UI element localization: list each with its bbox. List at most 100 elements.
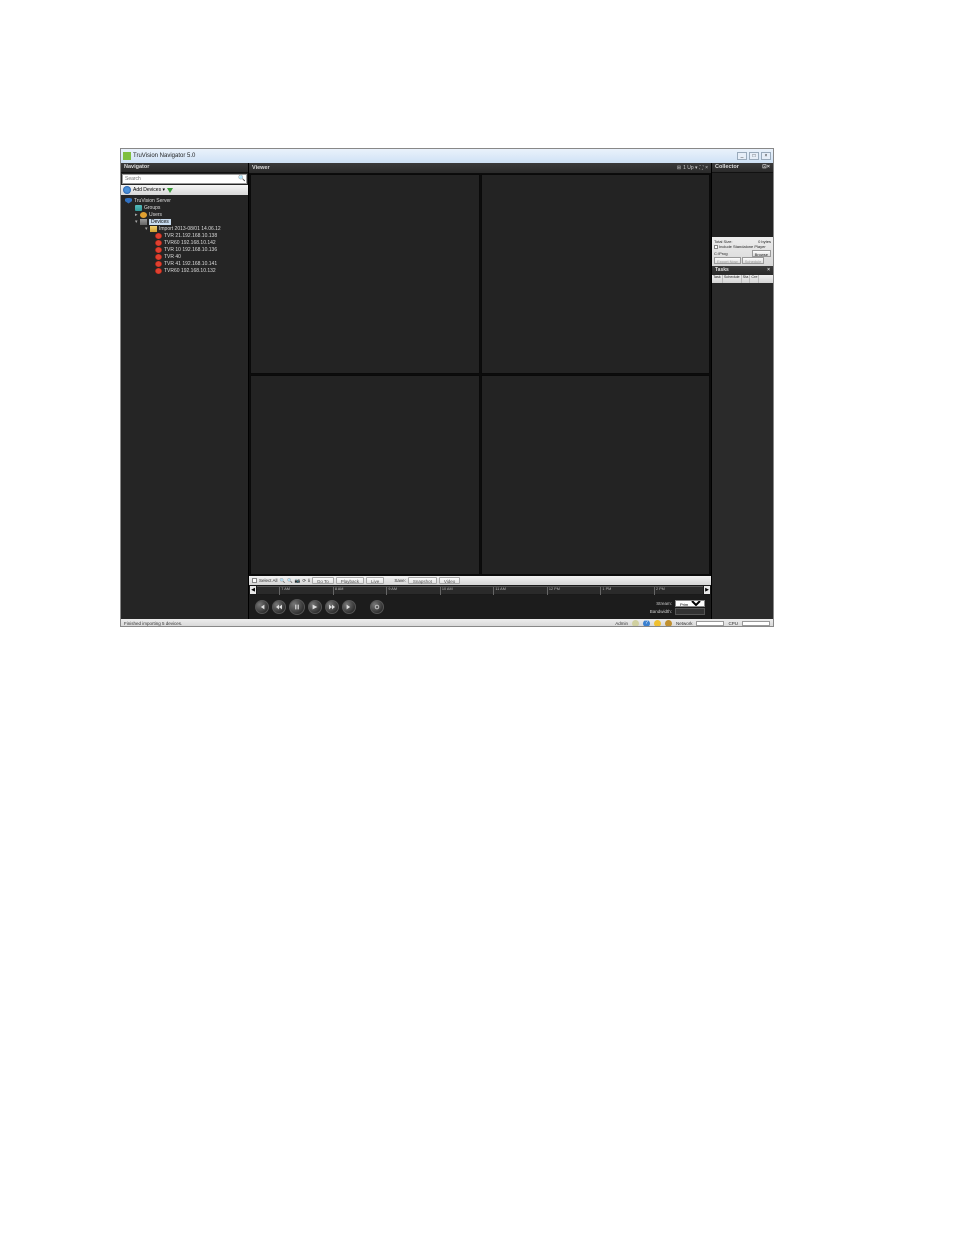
viewer-header: Viewer ⊞ 1 Up ▾ ⛶ ×	[249, 163, 711, 173]
help-icon[interactable]: ?	[643, 620, 650, 627]
import-icon[interactable]	[167, 188, 173, 193]
select-all-label: Select All	[259, 578, 278, 583]
timeline-left-arrow[interactable]: ◀	[250, 586, 256, 594]
key-icon[interactable]	[632, 620, 639, 627]
camera-icon	[155, 240, 162, 246]
tasks-close-icon[interactable]: ×	[767, 267, 770, 274]
rewind-button[interactable]	[272, 600, 286, 614]
grid-icon[interactable]: ⊞	[677, 165, 681, 171]
schedule-button[interactable]: Schedule	[742, 257, 765, 264]
tasks-body	[712, 283, 773, 620]
video-button[interactable]: Video	[439, 577, 460, 584]
search-icon[interactable]: 🔍	[238, 175, 246, 183]
bulb-icon[interactable]	[654, 620, 661, 627]
navigator-header: Navigator	[121, 163, 248, 173]
tasks-col[interactable]: Sta	[742, 275, 751, 283]
right-panel: Collector ⊡ × Total Size: 0 bytes Includ…	[711, 163, 773, 619]
timeline-tick: 8 AM	[333, 587, 344, 595]
live-button[interactable]: Live	[366, 577, 384, 584]
titlebar[interactable]: TruVision Navigator 5.0 _ □ ×	[121, 149, 773, 163]
video-tile[interactable]	[250, 174, 480, 374]
network-meter	[696, 621, 724, 626]
viewer-title: Viewer	[252, 165, 675, 171]
gear-icon[interactable]	[665, 620, 672, 627]
video-tile[interactable]	[250, 375, 480, 575]
skip-forward-button[interactable]	[342, 600, 356, 614]
video-grid	[249, 173, 711, 576]
stream-select[interactable]: Primary	[675, 600, 705, 607]
tree-device-item[interactable]: TVR 41 192.168.10.141	[121, 260, 248, 267]
tree-device-item[interactable]: TVR60 192.168.10.142	[121, 239, 248, 246]
timeline[interactable]: ◀ 7 AM 8 AM 9 AM 10 AM 11 AM 12 PM 1 PM …	[249, 585, 711, 595]
shield-icon	[125, 198, 132, 204]
cpu-label: CPU	[728, 621, 738, 626]
export-now-button[interactable]: Export Now	[714, 257, 741, 264]
pause-button[interactable]	[289, 599, 305, 615]
admin-label: Admin	[615, 621, 628, 626]
collector-preview	[712, 173, 773, 237]
status-message: Finished importing 5 devices.	[124, 621, 182, 626]
tree-device-item[interactable]: TVR 40	[121, 253, 248, 260]
stream-label: Stream:	[656, 601, 672, 606]
folder-icon	[150, 226, 157, 232]
tasks-title: Tasks	[715, 267, 729, 274]
timeline-scale[interactable]: 7 AM 8 AM 9 AM 10 AM 11 AM 12 PM 1 PM 2 …	[257, 586, 703, 594]
fast-forward-button[interactable]	[325, 600, 339, 614]
snapshot-button[interactable]: Snapshot	[408, 577, 437, 584]
jog-dial-button[interactable]	[370, 600, 384, 614]
viewer-close-icon[interactable]: ×	[705, 165, 708, 171]
tree-devices[interactable]: ▾Devices	[121, 218, 248, 225]
camera-icon	[155, 268, 162, 274]
play-button[interactable]	[308, 600, 322, 614]
window-title: TruVision Navigator 5.0	[133, 153, 737, 159]
tree-device-item[interactable]: TVR 10 192.168.10.136	[121, 246, 248, 253]
info-icon[interactable]: ℹ	[308, 578, 310, 584]
cpu-meter	[742, 621, 770, 626]
refresh-icon[interactable]: ⟳	[302, 578, 306, 584]
collector-close-icon[interactable]: ×	[767, 164, 770, 171]
fullscreen-icon[interactable]: ⛶	[700, 165, 704, 171]
statusbar: Finished importing 5 devices. Admin ? Ne…	[121, 619, 773, 627]
timeline-tick: 9 AM	[386, 587, 397, 595]
include-player-checkbox[interactable]	[714, 245, 718, 249]
navigator-panel: Navigator 🔍 Add Devices ▾ TruVision Serv…	[121, 163, 249, 619]
select-all-checkbox[interactable]	[252, 578, 257, 583]
total-size-label: Total Size:	[714, 239, 732, 244]
playback-controls: Stream: Primary Bandwidth:	[249, 595, 711, 619]
tasks-col[interactable]: Schedule	[723, 275, 742, 283]
minimize-button[interactable]: _	[737, 152, 747, 160]
tasks-col[interactable]: Task	[712, 275, 723, 283]
tree-groups[interactable]: Groups	[121, 204, 248, 211]
viewer-panel: Viewer ⊞ 1 Up ▾ ⛶ × Select All 🔍 🔍 📷 ⟳ ℹ	[249, 163, 711, 619]
device-tree[interactable]: TruVision Server Groups ▸Users ▾Devices …	[121, 195, 248, 619]
tree-root[interactable]: TruVision Server	[121, 197, 248, 204]
tree-device-item[interactable]: TVR 21.192.168.10.138	[121, 232, 248, 239]
video-tile[interactable]	[481, 174, 711, 374]
close-button[interactable]: ×	[761, 152, 771, 160]
video-tile[interactable]	[481, 375, 711, 575]
tasks-col[interactable]: Cre	[750, 275, 759, 283]
tree-users[interactable]: ▸Users	[121, 211, 248, 218]
tree-import-folder[interactable]: ▾Import 2013-08/01 14.06.12	[121, 225, 248, 232]
tree-device-item[interactable]: TVR60 192.168.10.132	[121, 267, 248, 274]
total-size-value: 0 bytes	[758, 239, 771, 244]
browse-button[interactable]: Browse	[752, 250, 771, 257]
playback-button[interactable]: Playback	[336, 577, 364, 584]
maximize-button[interactable]: □	[749, 152, 759, 160]
camera-tool-icon[interactable]: 📷	[295, 578, 301, 584]
add-devices-button[interactable]: Add Devices ▾	[133, 187, 165, 193]
bandwidth-label: Bandwidth:	[650, 609, 672, 614]
network-label: Network	[676, 621, 693, 626]
timeline-right-arrow[interactable]: ▶	[704, 586, 710, 594]
zoom-out-icon[interactable]: 🔍	[287, 578, 293, 584]
timeline-tick: 12 PM	[547, 587, 560, 595]
zoom-in-icon[interactable]: 🔍	[280, 578, 286, 584]
timeline-tick: 10 AM	[440, 587, 453, 595]
goto-button[interactable]: Go To	[312, 577, 334, 584]
search-input[interactable]	[123, 175, 238, 183]
timeline-tick: 7 AM	[279, 587, 290, 595]
skip-back-button[interactable]	[255, 600, 269, 614]
globe-icon	[123, 186, 131, 194]
timeline-tick: 1 PM	[600, 587, 611, 595]
layout-dropdown[interactable]: 1 Up ▾	[683, 165, 697, 171]
